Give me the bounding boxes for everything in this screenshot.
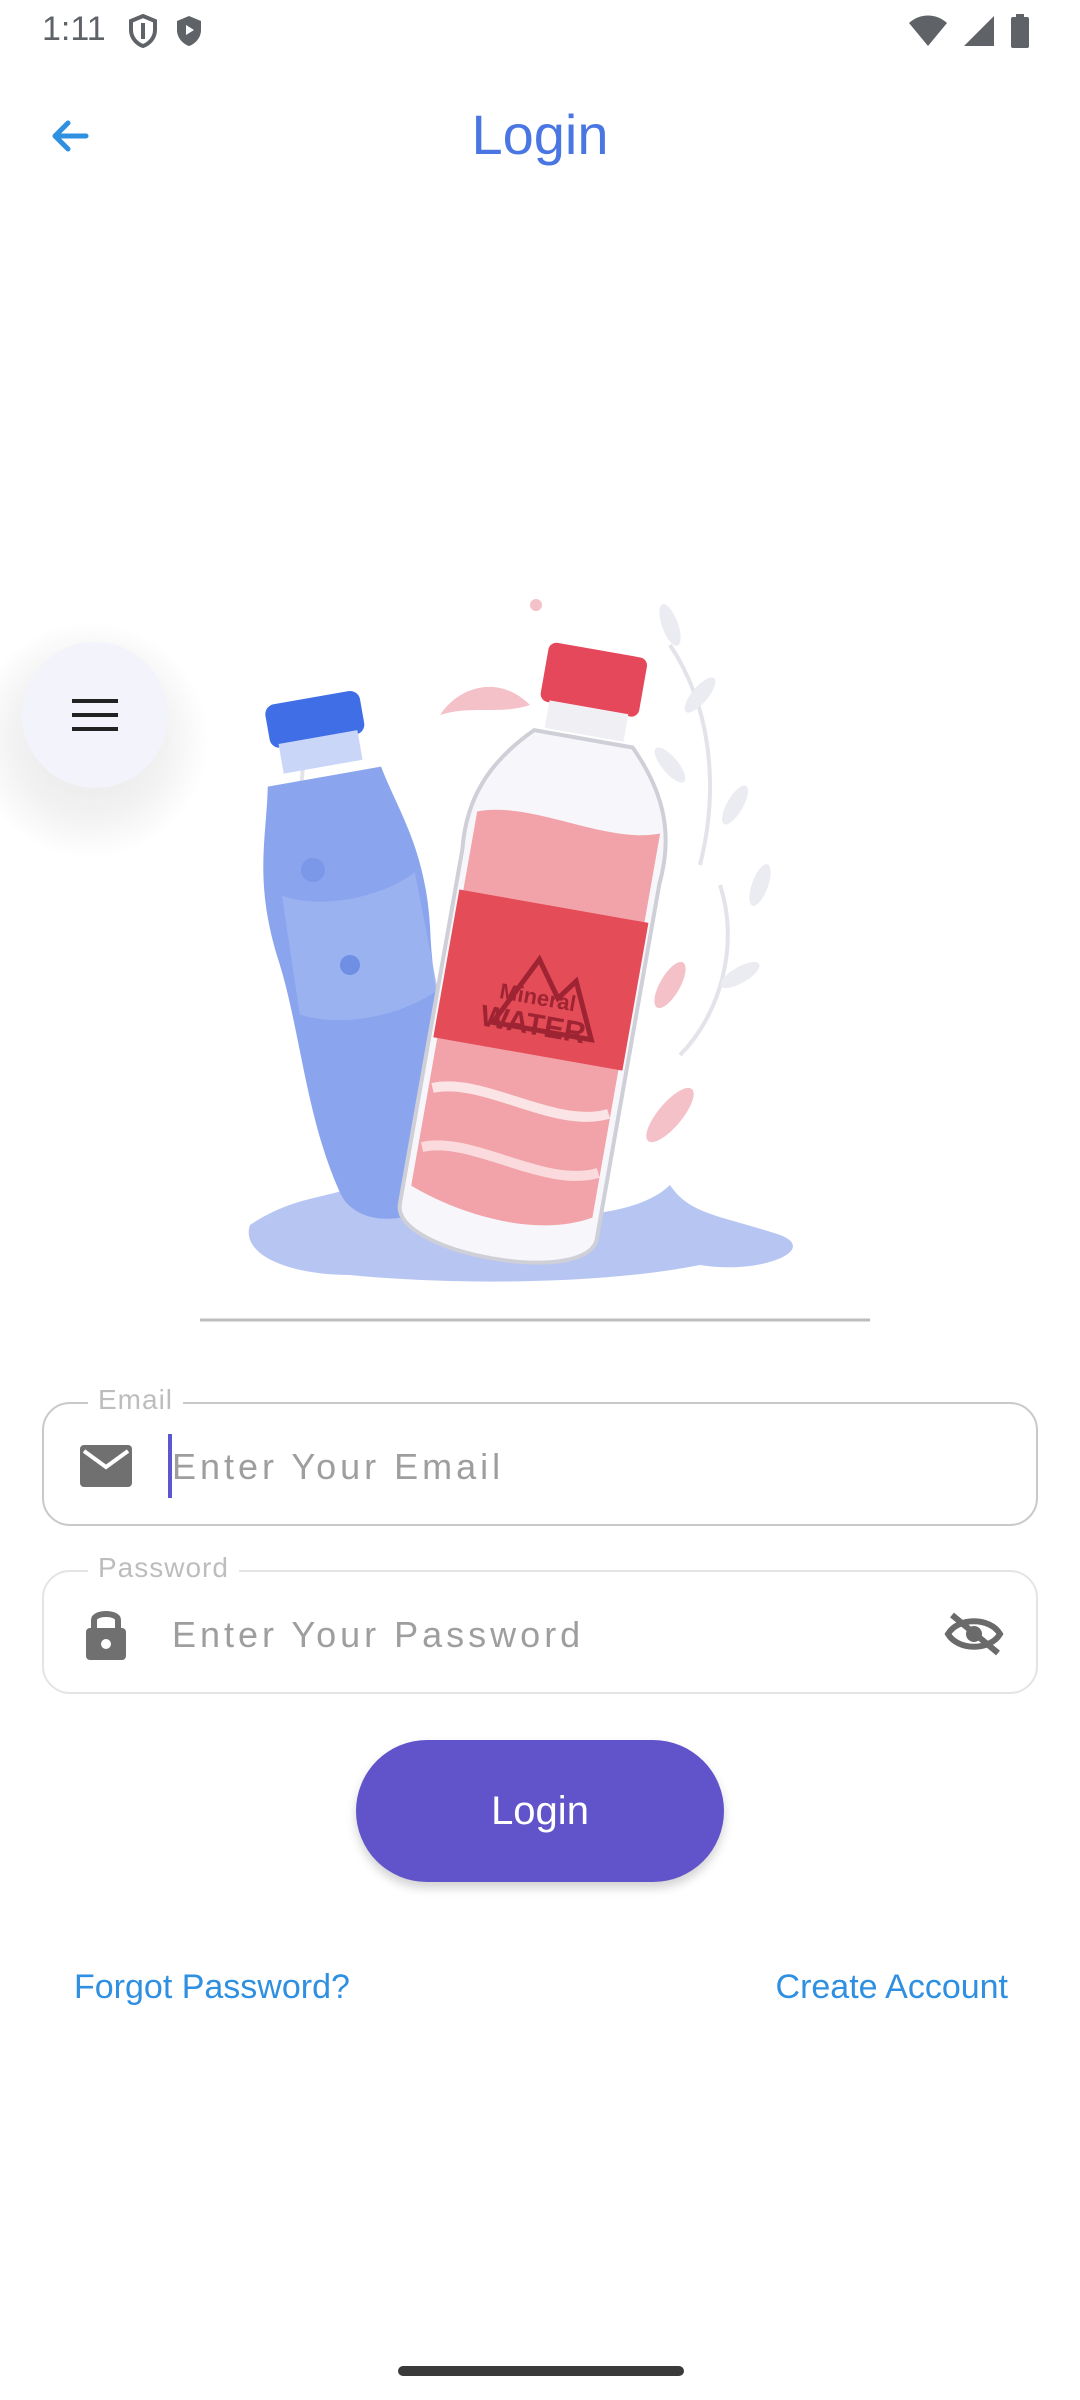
home-indicator[interactable]	[398, 2366, 684, 2376]
password-field[interactable]: Password	[42, 1552, 1038, 1694]
status-bar: 1:11	[0, 0, 1080, 64]
status-right-icons	[908, 14, 1030, 48]
login-button[interactable]: Login	[356, 1740, 724, 1882]
menu-icon	[72, 699, 118, 731]
lock-icon	[76, 1604, 136, 1664]
menu-button[interactable]	[22, 642, 168, 788]
page-title: Login	[471, 103, 609, 166]
status-time: 1:11	[42, 10, 106, 48]
app-bar: Login	[0, 80, 1080, 192]
create-account-link[interactable]: Create Account	[776, 1968, 1008, 2007]
shield-play-icon	[177, 16, 201, 46]
toggle-password-visibility[interactable]	[942, 1602, 1006, 1666]
password-input[interactable]	[170, 1592, 934, 1678]
email-input[interactable]	[170, 1424, 934, 1510]
eye-off-icon	[944, 1612, 1004, 1656]
email-field[interactable]: Email	[42, 1384, 1038, 1526]
forgot-password-link[interactable]: Forgot Password?	[74, 1968, 350, 2007]
water-bottle-illustration: Mineral WATER	[200, 599, 870, 1322]
shield-outline-icon	[129, 14, 157, 48]
battery-icon	[1011, 14, 1029, 48]
mail-icon	[76, 1436, 136, 1496]
password-label: Password	[88, 1552, 239, 1584]
status-left-icons	[128, 14, 204, 48]
wifi-icon	[909, 15, 947, 46]
email-label: Email	[88, 1384, 184, 1416]
cell-signal-icon	[964, 16, 994, 46]
